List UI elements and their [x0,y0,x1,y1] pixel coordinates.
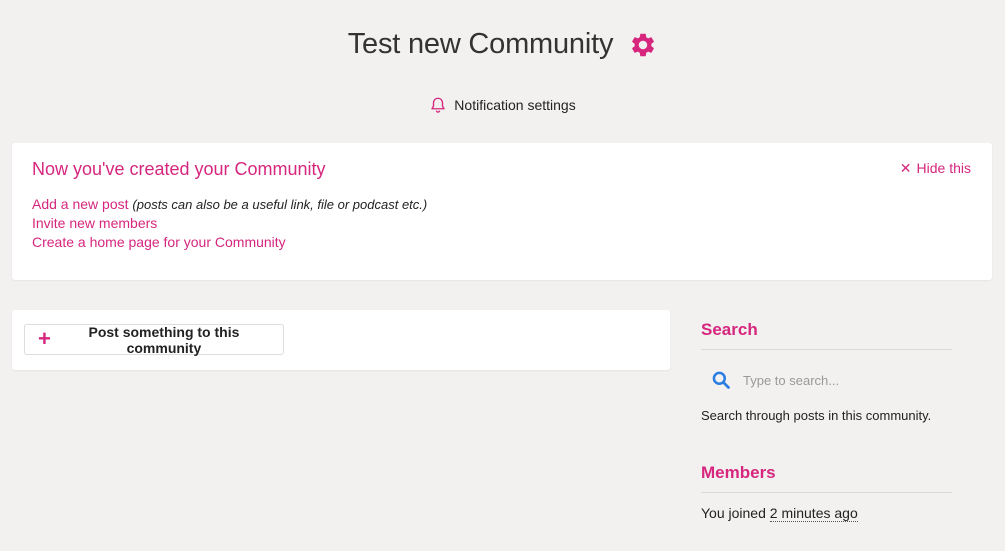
plus-icon: + [38,325,51,351]
bell-icon [431,97,445,113]
search-heading: Search [701,320,952,350]
add-post-row: Add a new post (posts can also be a usef… [32,195,427,214]
welcome-heading: Now you've created your Community [32,159,326,179]
members-heading: Members [701,463,952,493]
joined-prefix: You joined [701,505,770,521]
create-home-page-link[interactable]: Create a home page for your Community [32,234,286,250]
page-header: Test new Community [0,28,1005,61]
joined-status: You joined 2 minutes ago [701,505,952,522]
welcome-panel: Now you've created your Community ✕ Hide… [12,143,992,280]
welcome-links: Add a new post (posts can also be a usef… [32,195,427,252]
hide-this-label: Hide this [916,160,971,176]
post-something-label: Post something to this community [88,323,240,356]
notification-settings-label: Notification settings [454,97,576,113]
search-row [711,370,952,390]
post-card: + Post something to this community [12,310,670,370]
add-new-post-link[interactable]: Add a new post [32,196,129,212]
invite-members-link[interactable]: Invite new members [32,215,157,231]
gear-icon[interactable] [629,31,657,59]
title-row: Test new Community [348,28,658,61]
search-help-text: Search through posts in this community. [701,408,932,423]
invite-row: Invite new members [32,214,427,233]
close-icon: ✕ [899,160,912,176]
hide-this-button[interactable]: ✕ Hide this [900,160,971,176]
search-icon[interactable] [711,370,731,390]
joined-time: 2 minutes ago [769,505,858,522]
page-title: Test new Community [347,28,614,60]
sidebar: Search Search through posts in this comm… [701,320,952,522]
homepage-row: Create a home page for your Community [32,233,427,252]
notification-settings-link[interactable]: Notification settings [429,95,576,115]
add-post-note: (posts can also be a useful link, file o… [132,197,428,212]
search-input[interactable] [741,371,945,389]
notification-settings-row: Notification settings [0,95,1005,118]
post-something-button[interactable]: + Post something to this community [24,323,284,356]
